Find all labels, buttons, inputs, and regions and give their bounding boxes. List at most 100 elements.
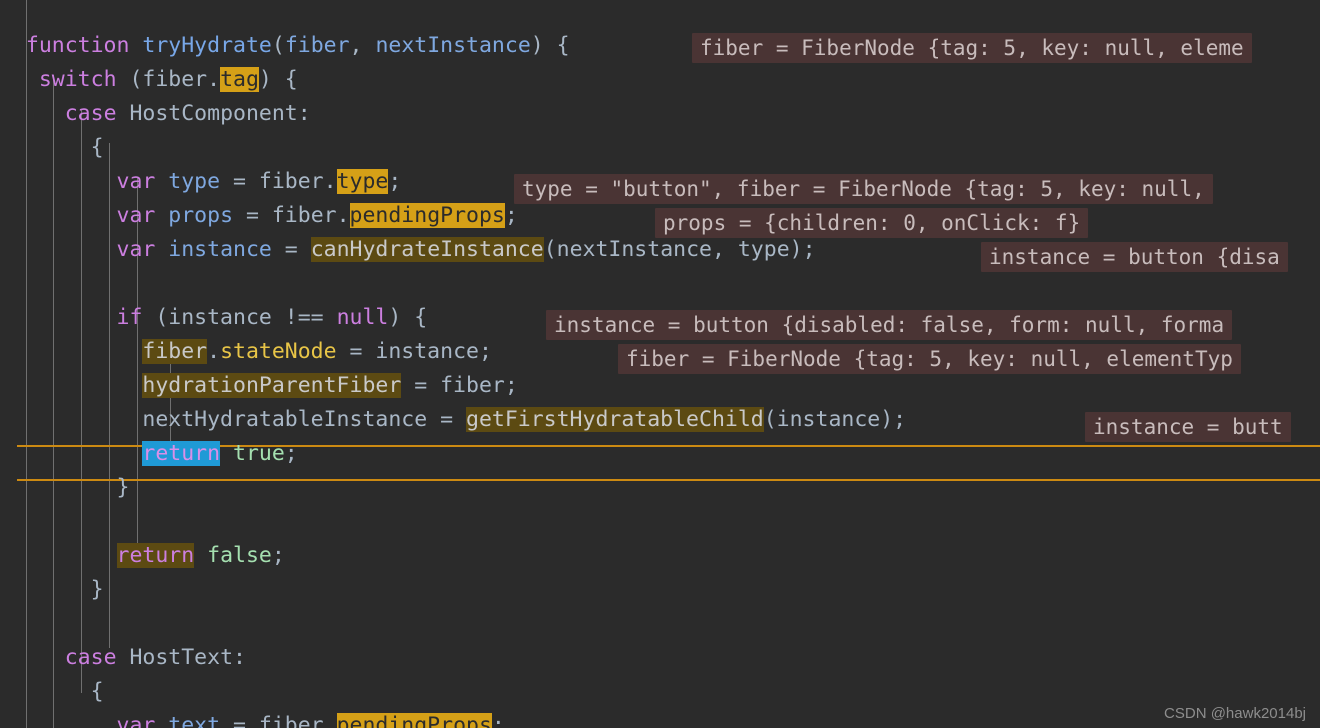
code-token: (fiber. <box>116 67 221 92</box>
hint-props[interactable]: props = {children: 0, onClick: f} <box>655 208 1089 238</box>
code-line[interactable]: var text = fiber.pendingProps; <box>0 709 1320 728</box>
code-token: = fiber; <box>401 373 518 398</box>
hint-instance-canhydrate[interactable]: instance = button {disa <box>981 242 1288 272</box>
hint-type[interactable]: type = "button", fiber = FiberNode {tag:… <box>514 174 1213 204</box>
code-token: = fiber. <box>233 203 350 228</box>
code-token: (instance); <box>763 407 907 432</box>
code-token: case <box>64 101 117 126</box>
code-line[interactable] <box>0 607 1320 641</box>
code-token: , <box>349 33 376 58</box>
code-token: fiber <box>284 33 350 58</box>
code-line[interactable]: case HostText: <box>0 641 1320 675</box>
code-token: true <box>233 441 285 466</box>
code-token: pendingProps <box>349 203 505 228</box>
code-token: var <box>116 203 156 228</box>
hint-getfirst-instance[interactable]: instance = butt <box>1085 412 1291 442</box>
code-token: (instance !== <box>142 305 337 330</box>
code-token: = <box>271 237 311 262</box>
code-token: ; <box>491 713 505 728</box>
code-token: null <box>336 305 389 330</box>
code-token: canHydrateInstance <box>310 237 544 262</box>
code-token: text <box>168 713 221 728</box>
code-token: } <box>90 577 104 602</box>
code-token: pendingProps <box>336 713 492 728</box>
code-token: . <box>207 339 221 364</box>
code-line[interactable] <box>0 267 1320 301</box>
code-token: var <box>116 237 156 262</box>
code-token: var <box>116 169 156 194</box>
code-token: stateNode <box>220 339 337 364</box>
code-line[interactable]: return true; <box>0 437 1320 471</box>
code-token: instance <box>168 237 272 262</box>
code-line[interactable]: switch (fiber.tag) { <box>0 63 1320 97</box>
code-token: switch <box>38 67 117 92</box>
code-token: type <box>336 169 389 194</box>
code-token: HostComponent: <box>116 101 311 126</box>
code-line[interactable]: { <box>0 675 1320 709</box>
code-token: ( <box>271 33 285 58</box>
code-line[interactable]: { <box>0 131 1320 165</box>
code-token: = instance; <box>336 339 492 364</box>
code-line[interactable]: } <box>0 471 1320 505</box>
code-token: ; <box>271 543 285 568</box>
code-token: case <box>64 645 117 670</box>
code-token: ; <box>284 441 298 466</box>
code-token: (nextInstance, type); <box>543 237 816 262</box>
code-token: HostText: <box>116 645 246 670</box>
code-line[interactable]: hydrationParentFiber = fiber; <box>0 369 1320 403</box>
watermark: CSDN @hawk2014bj <box>1164 705 1306 722</box>
code-line[interactable]: case HostComponent: <box>0 97 1320 131</box>
code-token: getFirstHydratableChild <box>466 407 764 432</box>
code-line[interactable] <box>0 505 1320 539</box>
code-line[interactable]: } <box>0 573 1320 607</box>
code-token: props <box>168 203 234 228</box>
code-token: var <box>116 713 156 728</box>
hint-statenode-fiber[interactable]: fiber = FiberNode {tag: 5, key: null, el… <box>618 344 1241 374</box>
code-token: type <box>168 169 221 194</box>
code-token: = fiber. <box>220 169 337 194</box>
code-token: false <box>207 543 272 568</box>
code-token: ) { <box>530 33 570 58</box>
code-token: ; <box>504 203 518 228</box>
code-editor-pane[interactable]: function tryHydrate(fiber, nextInstance)… <box>0 0 1320 728</box>
code-token: } <box>116 475 130 500</box>
code-token: function <box>25 33 130 58</box>
code-token: nextHydratableInstance = <box>142 407 466 432</box>
code-line[interactable]: return false; <box>0 539 1320 573</box>
code-token: { <box>90 135 104 160</box>
code-token: hydrationParentFiber <box>142 373 402 398</box>
code-token: = fiber. <box>220 713 337 728</box>
code-token: ) { <box>388 305 428 330</box>
code-token: tag <box>220 67 259 92</box>
hint-tryhydrate-fiber[interactable]: fiber = FiberNode {tag: 5, key: null, el… <box>692 33 1252 63</box>
code-token: { <box>90 679 104 704</box>
code-token: ) { <box>258 67 298 92</box>
hint-if-instance[interactable]: instance = button {disabled: false, form… <box>546 310 1233 340</box>
code-token: return <box>116 543 195 568</box>
code-token: fiber <box>142 339 208 364</box>
code-token: tryHydrate <box>142 33 272 58</box>
code-token: nextInstance <box>375 33 531 58</box>
